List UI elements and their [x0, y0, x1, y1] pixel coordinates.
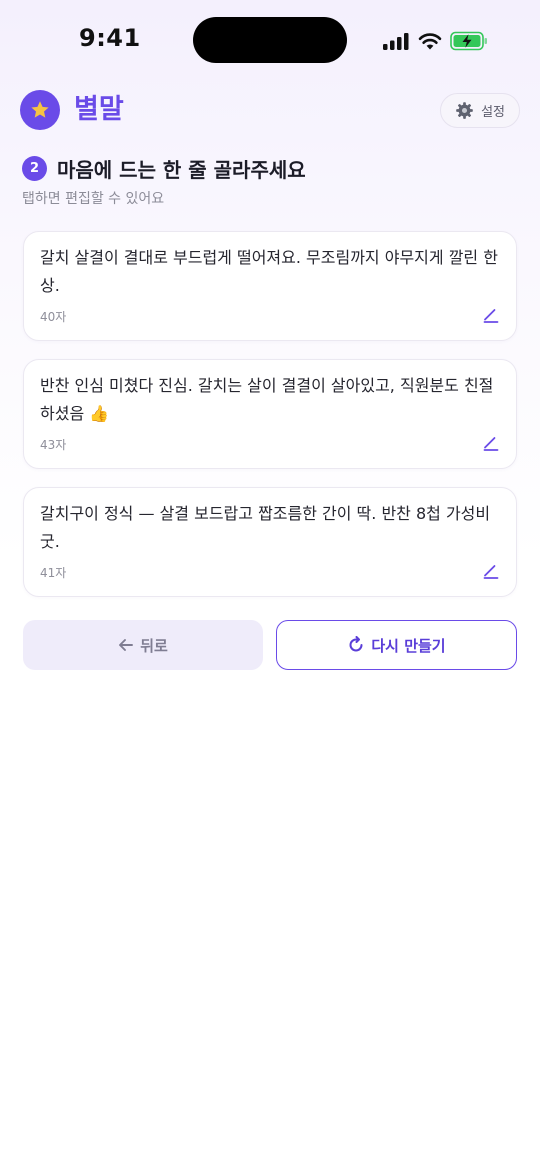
app-title: 별말	[74, 94, 124, 125]
regenerate-button[interactable]: 다시 만들기	[276, 620, 517, 670]
option-text: 갈치 살결이 결대로 부드럽게 떨어져요. 무조림까지 야무지게 깔린 한 상.	[40, 248, 498, 295]
dynamic-island	[193, 17, 347, 63]
star-icon	[31, 101, 49, 118]
step-title: 마음에 드는 한 줄 골라주세요	[57, 158, 306, 182]
app-header: 별말 설정	[20, 90, 520, 132]
edit-icon[interactable]	[482, 306, 500, 324]
gear-icon	[456, 102, 473, 119]
status-time: 9:41	[79, 24, 141, 52]
char-count: 40자	[40, 310, 67, 324]
settings-label: 설정	[481, 105, 505, 120]
status-bar: 9:41	[0, 0, 540, 80]
regenerate-label: 다시 만들기	[371, 636, 446, 655]
option-text: 갈치구이 정식 — 살결 보드랍고 짭조름한 간이 딱. 반찬 8첩 가성비 굿…	[40, 504, 491, 551]
app-logo	[20, 90, 60, 130]
back-button[interactable]: 뒤로	[23, 620, 263, 670]
option-card[interactable]: 반찬 인심 미쳤다 진심. 갈치는 살이 결결이 살아있고, 직원분도 친절하셨…	[23, 359, 517, 469]
refresh-icon	[349, 636, 363, 652]
settings-button[interactable]: 설정	[440, 93, 520, 128]
arrow-left-icon	[119, 639, 134, 651]
battery-charging-icon	[450, 31, 487, 51]
option-text: 반찬 인심 미쳤다 진심. 갈치는 살이 결결이 살아있고, 직원분도 친절하셨…	[40, 376, 494, 423]
status-icons	[382, 26, 488, 56]
step-subtitle: 탭하면 편집할 수 있어요	[22, 191, 165, 207]
char-count: 41자	[40, 566, 67, 580]
step-heading: 2 마음에 드는 한 줄 골라주세요	[22, 154, 306, 183]
wifi-icon	[418, 33, 442, 50]
signal-icon	[383, 33, 409, 50]
option-card[interactable]: 갈치 살결이 결대로 부드럽게 떨어져요. 무조림까지 야무지게 깔린 한 상.…	[23, 231, 517, 341]
step-number-badge: 2	[22, 156, 47, 181]
edit-icon[interactable]	[482, 562, 500, 580]
option-card[interactable]: 갈치구이 정식 — 살결 보드랍고 짭조름한 간이 딱. 반찬 8첩 가성비 굿…	[23, 487, 517, 597]
edit-icon[interactable]	[482, 434, 500, 452]
char-count: 43자	[40, 438, 67, 452]
back-label: 뒤로	[140, 636, 168, 655]
